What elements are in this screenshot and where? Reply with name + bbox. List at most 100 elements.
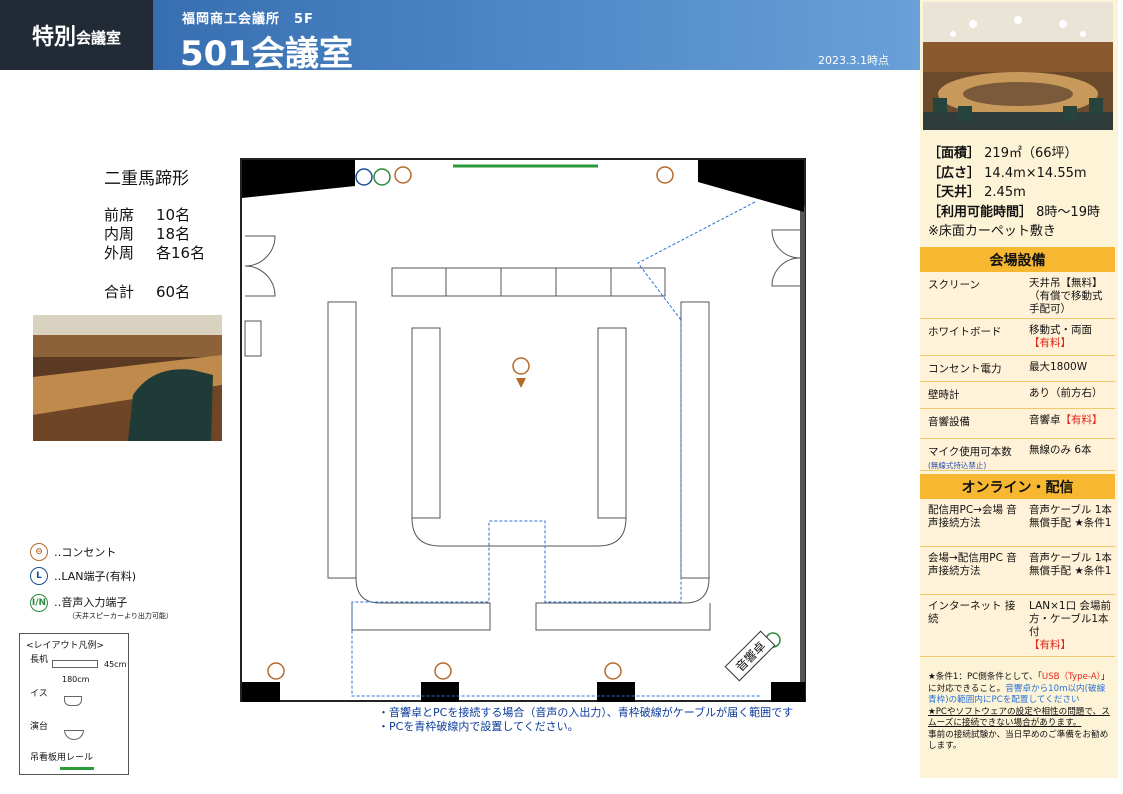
row-name: 配信用PC→会場 音声接続方法 — [928, 504, 1017, 529]
plan-note-line: ・PCを青枠破線内で設置してください。 — [378, 720, 579, 733]
badge-small-text: 会議室 — [76, 28, 122, 47]
row-name: 音響設備 — [928, 416, 970, 428]
spec-value: 14.4m×14.55m — [984, 165, 1087, 181]
row-name: スクリーン — [928, 279, 980, 291]
row-name: ホワイトボード — [928, 326, 1002, 338]
paid-tag: 【有料】 — [1029, 639, 1071, 651]
seat-photo — [33, 315, 222, 441]
row-value: 音声ケーブル 1本無償手配 ★条件1 — [1029, 504, 1112, 529]
plan-note: ・音響卓とPCを接続する場合（音声の入出力）、青枠破線がケーブルが届く範囲です … — [378, 706, 793, 734]
date-stamp: 2023.3.1時点 — [818, 54, 889, 67]
chair-label: イス — [30, 689, 48, 699]
row-name: 会場→配信用PC 音声接続方法 — [928, 552, 1017, 577]
floor-note: ※床面カーペット敷き — [928, 224, 1056, 239]
spec-value: 219㎡（66坪） — [984, 146, 1078, 161]
spec-label: ［天井］ — [928, 185, 981, 200]
podium-label: 演台 — [30, 722, 49, 732]
legend-label: ‥音声入力端子 — [54, 596, 128, 609]
seat-count: 18名 — [156, 225, 191, 243]
online-table: 配信用PC→会場 音声接続方法 音声ケーブル 1本無償手配 ★条件1 会場→配信… — [920, 499, 1115, 657]
legend-sublabel: （天井スピーカーより出力可能） — [68, 612, 173, 620]
badge-big-text: 特別 — [31, 25, 76, 50]
bottom-pillar — [597, 682, 635, 702]
seat-label: 前席 — [104, 206, 135, 224]
spec-value: 2.45m — [984, 185, 1026, 200]
row-value: 天井吊【無料】（有償で移動式 手配可） — [1029, 277, 1103, 315]
row-value: 音響卓 — [1029, 414, 1061, 426]
cond-a: ★条件1：PC側条件として、「 — [928, 672, 1042, 682]
table-row: ホワイトボード 移動式・両面 【有料】 — [920, 319, 1115, 356]
lan-icon: L — [30, 567, 48, 585]
spec-value: 8時～19時 — [1036, 204, 1100, 220]
seat-label: 外周 — [104, 244, 135, 262]
table-row: 壁時計 あり（前方右） — [920, 382, 1115, 409]
desk-shape — [52, 660, 98, 668]
seat-count: 各16名 — [156, 244, 206, 262]
paid-tag: 【有料】 — [1060, 414, 1103, 426]
row-sub: (無線式持込禁止) — [928, 461, 987, 470]
spec-label: ［広さ］ — [928, 165, 981, 181]
row-name: コンセント電力 — [928, 363, 1002, 375]
table-row: マイク使用可本数 (無線式持込禁止) 無線のみ 6本 — [920, 439, 1115, 471]
rail-label: 吊看板用レール — [30, 753, 94, 763]
row-value: 最大1800W — [1029, 361, 1088, 373]
audio-port — [373, 168, 391, 186]
condition-note: ★条件1：PC側条件として、「USB（Type-A）」に対応できること。音響卓か… — [928, 672, 1110, 753]
cond-f: 事前の接続試験か、当日早めのご準備をお勧めします。 — [928, 729, 1109, 752]
row-value: 音声ケーブル 1本無償手配 ★条件1 — [1029, 552, 1112, 577]
seat-count: 10名 — [156, 206, 191, 224]
table-row: 会場→配信用PC 音声接続方法 音声ケーブル 1本無償手配 ★条件1 — [920, 547, 1115, 595]
building-name: 福岡商工会議所 5F — [182, 12, 314, 27]
room-specs: ［面積］ 219㎡（66坪） ［広さ］ 14.4m×14.55m ［天井］ 2.… — [928, 144, 1100, 242]
desk-depth: 45cm — [104, 660, 127, 669]
row-value: 移動式・両面 — [1029, 324, 1092, 336]
seat-row: 前席 10名 — [104, 204, 190, 225]
seat-label: 内周 — [104, 225, 135, 243]
room-category-badge: 特別 会議室 — [0, 0, 153, 70]
table-row: コンセント電力 最大1800W — [920, 356, 1115, 382]
layout-name: 二重馬蹄形 — [104, 169, 189, 189]
row-value: あり（前方右） — [1029, 387, 1103, 399]
layout-legend-title: <レイアウト凡例> — [26, 641, 105, 651]
plan-note-line: ・音響卓とPCを接続する場合（音声の入出力）、青枠破線がケーブルが届く範囲です — [378, 706, 794, 719]
seat-label: 合計 — [104, 283, 135, 301]
outlet-icon: ⊖ — [30, 543, 48, 561]
row-value: 無線のみ 6本 — [1029, 444, 1092, 456]
row-name: 壁時計 — [928, 389, 960, 401]
chair-shape — [64, 696, 82, 706]
seat-total: 合計 60名 — [104, 281, 190, 302]
floor-plan: 音響卓 — [240, 158, 806, 702]
legend-label: ‥コンセント — [54, 546, 117, 559]
seat-count: 60名 — [156, 283, 191, 301]
room-title: 501会議室 — [180, 34, 353, 74]
paid-tag: 【有料】 — [1029, 337, 1071, 349]
row-name: マイク使用可本数 — [928, 446, 1012, 458]
desk-label: 長机 — [30, 655, 49, 665]
audio-port-icon: I/N — [30, 594, 48, 612]
row-name: インターネット 接続 — [928, 600, 1016, 625]
bottom-pillar — [421, 682, 459, 702]
legend-outlet: ⊖ ‥コンセント — [30, 543, 116, 561]
equipment-heading: 会場設備 — [920, 247, 1115, 272]
cond-e: ★PCやソフトウェアの設定や相性の問題で、スムーズに接続できない場合があります。 — [928, 706, 1110, 729]
equipment-table: スクリーン 天井吊【無料】（有償で移動式 手配可） ホワイトボード 移動式・両面… — [920, 272, 1115, 471]
bottom-pillar — [771, 682, 805, 702]
legend-lan: L ‥LAN端子(有料) — [30, 567, 136, 585]
desk-width: 180cm — [62, 675, 90, 684]
legend-label: ‥LAN端子(有料) — [54, 570, 137, 583]
table-row: 音響設備 音響卓【有料】 — [920, 409, 1115, 439]
table-row: インターネット 接続 LAN×1口 会場前方・ケーブル1本付 【有料】 — [920, 595, 1115, 657]
cond-b: USB（Type-A） — [1041, 672, 1101, 682]
podium-shape — [64, 730, 84, 740]
bottom-pillar — [242, 682, 280, 702]
online-heading: オンライン・配信 — [920, 474, 1115, 499]
layout-legend-box: <レイアウト凡例> 長机 45cm 180cm イス 演台 吊看板用レール — [19, 633, 129, 775]
lan-port — [355, 168, 373, 186]
legend-audio: I/N ‥音声入力端子 （天井スピーカーより出力可能） — [30, 594, 173, 621]
room-photo — [923, 2, 1113, 130]
spec-label: ［面積］ — [928, 146, 981, 161]
spec-label: ［利用可能時間］ — [928, 204, 1033, 220]
seat-row: 内周 18名 — [104, 223, 190, 244]
row-value: LAN×1口 会場前方・ケーブル1本付 — [1029, 600, 1111, 638]
table-row: スクリーン 天井吊【無料】（有償で移動式 手配可） — [920, 272, 1115, 319]
